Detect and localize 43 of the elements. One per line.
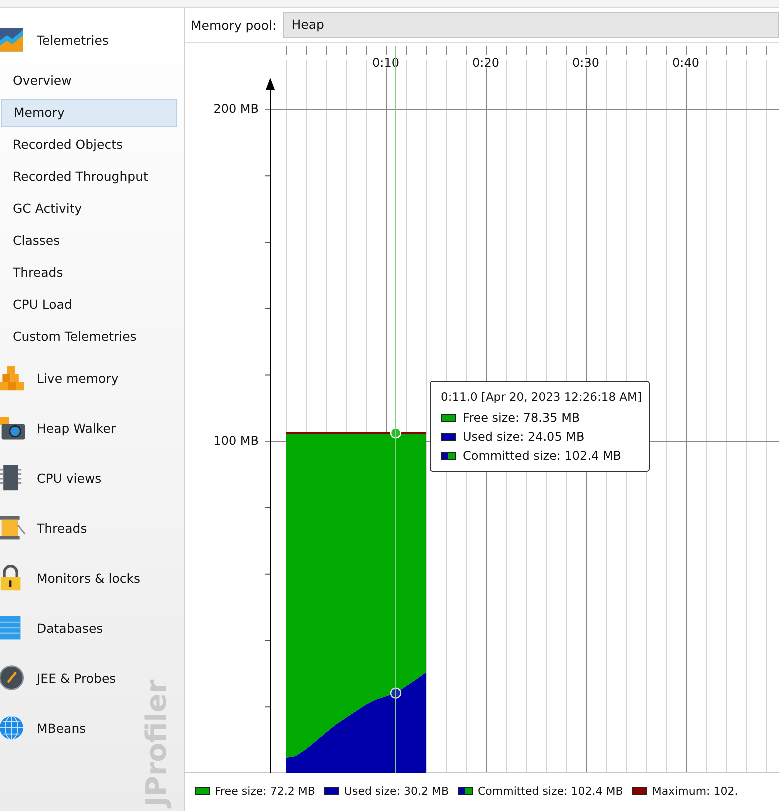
legend-label: Committed size: 102.4 MB: [478, 784, 624, 798]
section-label[interactable]: Heap Walker: [37, 420, 116, 436]
color-swatch: [458, 787, 473, 795]
tooltip-value: Free size: 78.35 MB: [463, 411, 580, 425]
x-tick-label: 0:40: [672, 56, 700, 70]
hover-marker: [390, 688, 402, 699]
gauge-icon: [0, 663, 27, 693]
tooltip-value: Committed size: 102.4 MB: [463, 449, 622, 463]
color-swatch: [441, 433, 456, 441]
y-tick-label: 100 MB: [214, 434, 259, 448]
sidebar-item[interactable]: CPU Load: [1, 291, 177, 319]
section-label[interactable]: CPU views: [37, 470, 102, 486]
legend-label: Free size: 72.2 MB: [215, 784, 316, 798]
sidebar-item[interactable]: Recorded Objects: [1, 131, 177, 159]
sidebar-item[interactable]: Overview: [1, 67, 177, 95]
section-label[interactable]: Databases: [37, 620, 104, 636]
x-tick-label: 0:30: [572, 56, 600, 70]
y-tick-label: 200 MB: [214, 102, 259, 116]
x-tick-label: 0:20: [472, 56, 500, 70]
section-label[interactable]: Monitors & locks: [37, 570, 140, 586]
sidebar-item[interactable]: GC Activity: [1, 195, 177, 223]
sidebar-item[interactable]: Recorded Throughput: [1, 163, 177, 191]
sidebar-item[interactable]: Threads: [1, 259, 177, 287]
section-label[interactable]: JEE & Probes: [37, 670, 116, 686]
x-tick-label: 0:10: [372, 56, 400, 70]
tooltip-title: 0:11.0 [Apr 20, 2023 12:26:18 AM]: [441, 390, 639, 404]
sidebar-item[interactable]: Memory: [1, 99, 177, 127]
color-swatch: [632, 787, 648, 795]
color-swatch: [441, 452, 456, 460]
color-swatch: [324, 787, 340, 795]
section-label[interactable]: Live memory: [37, 370, 119, 386]
sidebar-item[interactable]: Custom Telemetries: [1, 323, 177, 351]
sidebar-item[interactable]: Classes: [1, 227, 177, 255]
section-label[interactable]: MBeans: [37, 720, 86, 736]
color-swatch: [441, 414, 456, 422]
memory-pool-label: Memory pool:: [191, 18, 277, 32]
tooltip-value: Used size: 24.05 MB: [463, 430, 585, 444]
color-swatch: [195, 787, 210, 795]
section-label[interactable]: Threads: [37, 520, 88, 536]
legend-label: Used size: 30.2 MB: [344, 784, 449, 798]
legend-label: Maximum: 102.: [652, 784, 738, 798]
memory-pool-dropdown[interactable]: Heap: [282, 12, 779, 38]
section-label[interactable]: Telemetries: [37, 32, 109, 48]
